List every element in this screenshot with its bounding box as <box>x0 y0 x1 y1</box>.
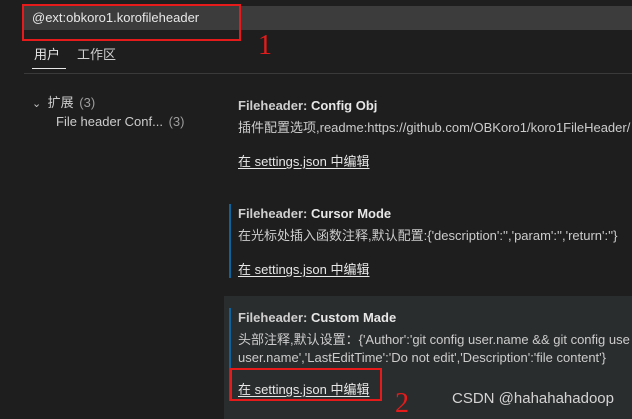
setting-description-line: 头部注释,默认设置：{'Author':'git config user.nam… <box>238 332 630 347</box>
annotation-box-search <box>22 4 241 41</box>
setting-category: Fileheader: <box>238 98 311 113</box>
setting-name: Custom Made <box>310 310 397 325</box>
tree-item-file-header-config[interactable]: File header Conf... (3) <box>56 114 184 129</box>
setting-title: Fileheader: Cursor Mode <box>238 206 632 221</box>
edit-in-settings-json-link[interactable]: 在 settings.json 中编辑 <box>238 259 370 278</box>
setting-description: 在光标处插入函数注释,默认配置:{'description':'','param… <box>238 228 618 243</box>
setting-description-line: user.name','LastEditTime':'Do not edit',… <box>238 350 606 365</box>
setting-description: 插件配置选项,readme:https://github.com/OBKoro1… <box>238 120 631 135</box>
tree-item-extensions-count: (3) <box>79 95 96 110</box>
edit-in-settings-json-link[interactable]: 在 settings.json 中编辑 <box>238 151 370 170</box>
setting-title: Fileheader: Config Obj <box>238 98 632 113</box>
chevron-down-icon: ⌄ <box>32 98 42 110</box>
annotation-number-1: 1 <box>258 30 272 61</box>
annotation-box-edit-link <box>230 368 382 401</box>
setting-description: 头部注释,默认设置：{'Author':'git config user.nam… <box>238 331 632 367</box>
setting-title: Fileheader: Custom Made <box>238 310 632 325</box>
setting-category: Fileheader: <box>238 310 311 325</box>
tabs-divider <box>24 73 632 74</box>
tab-workspace[interactable]: 工作区 <box>77 44 116 63</box>
setting-category: Fileheader: <box>238 206 311 221</box>
watermark: CSDN @hahahahadoop <box>451 390 614 407</box>
tree-item-extensions-label: 扩展 <box>47 95 74 110</box>
tree-item-file-header-label: File header Conf... <box>56 114 163 129</box>
tree-item-extensions[interactable]: ⌄ 扩展 (3) <box>32 92 95 111</box>
tab-user[interactable]: 用户 <box>34 44 60 63</box>
setting-name: Cursor Mode <box>310 206 392 221</box>
tree-item-file-header-count: (3) <box>168 114 185 129</box>
setting-modified-indicator <box>229 204 231 278</box>
setting-name: Config Obj <box>310 98 378 113</box>
tab-user-underline <box>32 68 66 69</box>
setting-cursor-mode[interactable]: Fileheader: Cursor Mode 在光标处插入函数注释,默认配置:… <box>224 204 632 278</box>
setting-config-obj[interactable]: Fileheader: Config Obj 插件配置选项,readme:htt… <box>224 98 632 178</box>
annotation-number-2: 2 <box>395 388 409 419</box>
